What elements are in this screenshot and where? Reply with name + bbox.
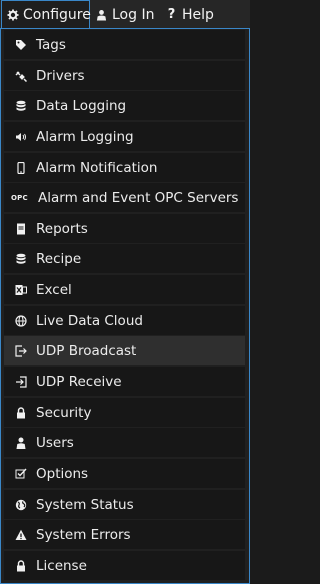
menu-item-label: UDP Broadcast bbox=[36, 342, 137, 359]
menu-bar: Configure Log In ? Help bbox=[0, 0, 250, 29]
configure-dropdown: Tags Drivers Data Logging Alarm Logging … bbox=[0, 28, 250, 584]
checkbox-edit-icon bbox=[13, 466, 29, 482]
menu-item-label: System Errors bbox=[36, 526, 131, 543]
lock-icon bbox=[13, 558, 29, 574]
menu-item-label: Recipe bbox=[36, 250, 82, 267]
tag-icon bbox=[13, 37, 29, 53]
database-icon bbox=[13, 251, 29, 267]
excel-icon bbox=[13, 282, 29, 298]
user-icon bbox=[95, 8, 108, 21]
menu-item-alarm-logging[interactable]: Alarm Logging bbox=[4, 122, 245, 151]
menu-item-system-status[interactable]: System Status bbox=[4, 490, 245, 519]
help-label: Help bbox=[182, 6, 214, 23]
menu-item-label: Excel bbox=[36, 281, 72, 298]
menu-item-tags[interactable]: Tags bbox=[4, 30, 245, 59]
menu-item-label: Drivers bbox=[36, 67, 85, 84]
menu-item-udp-broadcast[interactable]: UDP Broadcast bbox=[4, 336, 245, 365]
menu-item-label: Users bbox=[36, 434, 74, 451]
database-icon bbox=[13, 98, 29, 114]
menu-item-label: Alarm and Event OPC Servers bbox=[38, 189, 239, 206]
menu-item-drivers[interactable]: Drivers bbox=[4, 61, 245, 90]
menu-item-label: Alarm Notification bbox=[36, 159, 158, 176]
menu-item-alarm-event-opc-servers[interactable]: OPC Alarm and Event OPC Servers bbox=[4, 183, 245, 212]
menu-item-security[interactable]: Security bbox=[4, 398, 245, 427]
configure-menu[interactable]: Configure bbox=[1, 0, 91, 29]
menu-item-alarm-notification[interactable]: Alarm Notification bbox=[4, 153, 245, 182]
menu-item-recipe[interactable]: Recipe bbox=[4, 244, 245, 273]
globe-icon bbox=[13, 313, 29, 329]
menu-item-label: Security bbox=[36, 404, 92, 421]
globe-alt-icon bbox=[13, 497, 29, 513]
menu-item-label: UDP Receive bbox=[36, 373, 122, 390]
login-label: Log In bbox=[112, 6, 155, 23]
gear-icon bbox=[7, 9, 19, 22]
mobile-phone-icon bbox=[13, 160, 29, 176]
menu-item-reports[interactable]: Reports bbox=[4, 214, 245, 243]
menu-item-live-data-cloud[interactable]: Live Data Cloud bbox=[4, 306, 245, 335]
lock-icon bbox=[13, 405, 29, 421]
menu-item-label: Live Data Cloud bbox=[36, 312, 143, 329]
user-icon bbox=[13, 435, 29, 451]
menu-item-system-errors[interactable]: System Errors bbox=[4, 520, 245, 549]
opc-icon: OPC bbox=[11, 193, 28, 202]
menu-item-label: Tags bbox=[36, 36, 66, 53]
menu-item-label: Alarm Logging bbox=[36, 128, 134, 145]
warning-icon bbox=[13, 527, 29, 543]
menu-item-label: System Status bbox=[36, 496, 134, 513]
menu-item-label: Reports bbox=[36, 220, 88, 237]
menu-item-label: License bbox=[36, 557, 87, 574]
menu-item-options[interactable]: Options bbox=[4, 459, 245, 488]
menu-item-udp-receive[interactable]: UDP Receive bbox=[4, 367, 245, 396]
plug-icon bbox=[13, 68, 29, 84]
menu-item-license[interactable]: License bbox=[4, 551, 245, 580]
sign-out-icon bbox=[13, 343, 29, 359]
help-menu[interactable]: ? Help bbox=[165, 0, 225, 29]
menu-item-excel[interactable]: Excel bbox=[4, 275, 245, 304]
speaker-icon bbox=[13, 129, 29, 145]
question-icon: ? bbox=[167, 7, 176, 22]
sign-in-icon bbox=[13, 374, 29, 390]
menu-item-data-logging[interactable]: Data Logging bbox=[4, 91, 245, 120]
menu-item-users[interactable]: Users bbox=[4, 428, 245, 457]
configure-label: Configure bbox=[23, 7, 91, 23]
login-menu[interactable]: Log In bbox=[95, 0, 155, 29]
menu-item-label: Data Logging bbox=[36, 97, 127, 114]
menu-item-label: Options bbox=[36, 465, 89, 482]
report-icon bbox=[13, 221, 29, 237]
